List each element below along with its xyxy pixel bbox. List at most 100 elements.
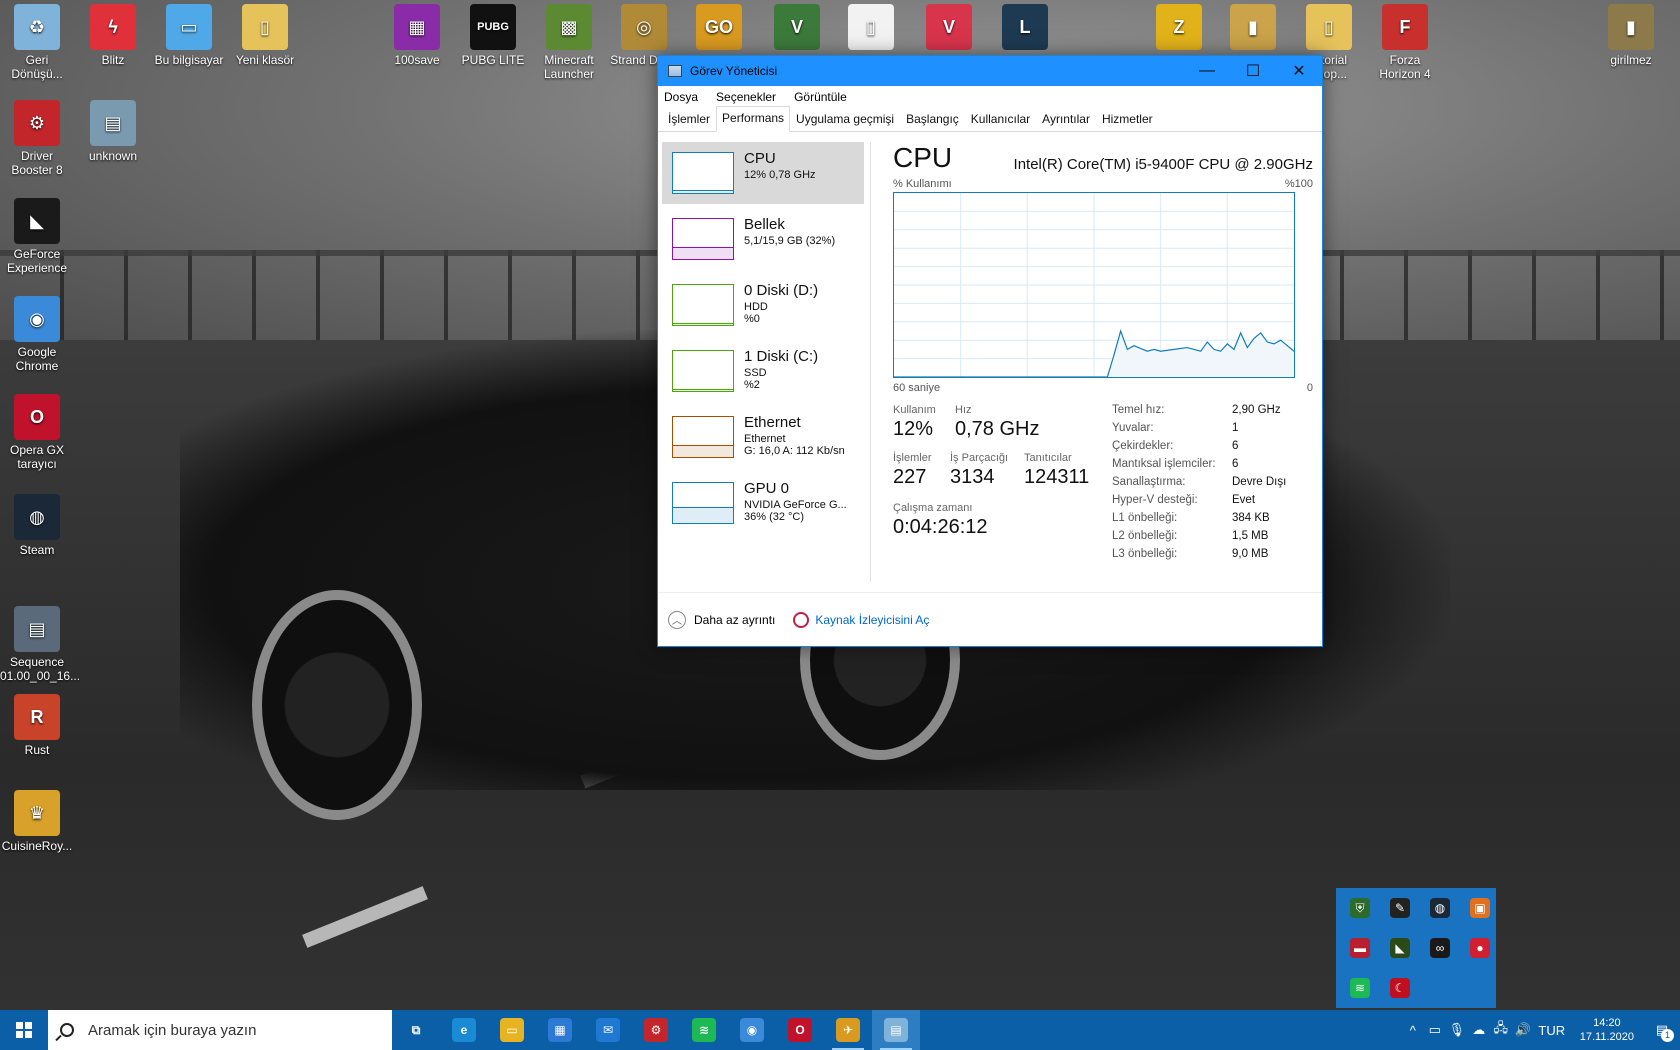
task-manager-window[interactable]: Görev Yöneticisi — ☐ ✕ Dosya Seçenekler … (657, 55, 1323, 647)
mic-icon[interactable]: ● (1470, 938, 1490, 958)
desktop-icon[interactable]: ◍ Steam (0, 494, 74, 557)
crescent-icon[interactable]: ☾ (1390, 978, 1410, 998)
desktop-icon[interactable]: V (912, 4, 986, 53)
desktop-icon[interactable]: ▦ 100save (380, 4, 454, 67)
app-icon: GO (696, 4, 742, 50)
spec-row: L3 önbelleği: 9,0 MB (1112, 548, 1312, 566)
notifications-icon[interactable]: ▤ 1 (1644, 1022, 1680, 1042)
taskbar-file-explorer[interactable]: ▭ (488, 1010, 536, 1050)
volume-icon[interactable]: 🔊 (1512, 1022, 1534, 1038)
minimize-button[interactable]: — (1184, 56, 1230, 86)
resource-item[interactable]: CPU 12% 0,78 GHz (662, 142, 864, 204)
network-icon[interactable]: 🖧 (1490, 1019, 1512, 1041)
resource-list: CPU 12% 0,78 GHz Bellek 5,1/15,9 GB (32%) 0 … (662, 142, 864, 538)
desktop-icon[interactable]: ▮ girilmez (1594, 4, 1668, 67)
wallpaper-wheel (252, 590, 422, 820)
taskbar-task-manager[interactable]: ▤ (872, 1010, 920, 1050)
resource-item[interactable]: 0 Diski (D:) HDD %0 (662, 274, 864, 336)
resource-item[interactable]: 1 Diski (C:) SSD %2 (662, 340, 864, 402)
speed-label: Hız (955, 404, 972, 416)
language-indicator[interactable]: TUR (1534, 1023, 1570, 1038)
tablet-icon[interactable]: ▭ (1424, 1022, 1446, 1038)
microphone-icon[interactable]: 🎙 (1446, 1022, 1468, 1038)
mini-graph (672, 416, 734, 458)
tab-details[interactable]: Ayrıntılar (1036, 107, 1096, 131)
desktop-icon[interactable]: ♻ Geri Dönüşü... (0, 4, 74, 81)
taskbar-mail[interactable]: ✉ (584, 1010, 632, 1050)
taskbar-chrome[interactable]: ◉ (728, 1010, 776, 1050)
resource-item[interactable]: GPU 0 NVIDIA GeForce G... 36% (32 °C) (662, 472, 864, 534)
taskbar-spotify[interactable]: ≋ (680, 1010, 728, 1050)
resource-item[interactable]: Ethernet Ethernet G: 16,0 A: 112 Kb/sn (662, 406, 864, 468)
clock[interactable]: 14:20 17.11.2020 (1580, 1016, 1634, 1044)
desktop-icon-label: 100save (394, 53, 440, 67)
taskbar-edge[interactable]: e (440, 1010, 488, 1050)
desktop-icon[interactable]: L (988, 4, 1062, 53)
maximize-button[interactable]: ☐ (1230, 56, 1276, 86)
close-button[interactable]: ✕ (1276, 56, 1322, 86)
tray-overflow-popup: ⛨ ✎ ◍ ▣ ▬ ◣ ∞ ● ≋ ☾ (1336, 888, 1496, 1008)
desktop-icon[interactable]: O Opera GX tarayıcı (0, 394, 74, 471)
spotify-icon[interactable]: ≋ (1350, 978, 1370, 998)
bird-icon[interactable]: ✎ (1390, 898, 1410, 918)
start-button[interactable] (0, 1010, 48, 1050)
clock-date: 17.11.2020 (1579, 1031, 1634, 1043)
chart-ylabel: % Kullanımı (893, 178, 952, 190)
desktop-icon[interactable]: F Forza Horizon 4 (1368, 4, 1442, 81)
open-resource-monitor-link[interactable]: Kaynak İzleyicisini Aç (815, 613, 929, 627)
title-bar[interactable]: Görev Yöneticisi — ☐ ✕ (658, 56, 1322, 86)
app-icon: ◣ (14, 198, 60, 244)
menu-options[interactable]: Seçenekler (716, 90, 776, 104)
tab-startup[interactable]: Başlangıç (900, 107, 965, 131)
onedrive-icon[interactable]: ☁ (1468, 1022, 1490, 1038)
chevron-up-icon[interactable]: ^ (1402, 1023, 1424, 1038)
windows-logo-icon (16, 1022, 32, 1038)
desktop-icon[interactable]: ▯ (834, 4, 908, 53)
tab-performance[interactable]: Performans (716, 106, 791, 132)
resource-item[interactable]: Bellek 5,1/15,9 GB (32%) (662, 208, 864, 270)
tab-users[interactable]: Kullanıcılar (965, 107, 1036, 131)
shield-icon[interactable]: ⛨ (1350, 898, 1370, 918)
resource-detail: %0 (744, 313, 760, 325)
desktop-icon[interactable]: ▯ Yeni klasör (228, 4, 302, 67)
chevron-up-icon[interactable]: ︿ (668, 610, 686, 629)
desktop-icon[interactable]: ♛ CuisineRoy... (0, 790, 74, 853)
desktop-icon[interactable]: ⚙ Driver Booster 8 (0, 100, 74, 177)
taskbar-csgo[interactable]: ✈ (824, 1010, 872, 1050)
taskbar-driver-booster[interactable]: ⚙ (632, 1010, 680, 1050)
spec-key: Temel hız: (1112, 404, 1165, 416)
app-red-icon[interactable]: ▬ (1350, 938, 1370, 958)
spec-value: 1,5 MB (1232, 530, 1269, 542)
desktop-icon[interactable]: ▩ Minecraft Launcher (532, 4, 606, 81)
tab-app-history[interactable]: Uygulama geçmişi (790, 107, 900, 131)
desktop-icon[interactable]: Z (1142, 4, 1216, 53)
tab-services[interactable]: Hizmetler (1096, 107, 1159, 131)
cc-icon[interactable]: ∞ (1430, 938, 1450, 958)
app-icon: ▯ (242, 4, 288, 50)
desktop-icon-label: Bu bilgisayar (154, 53, 224, 67)
menu-file[interactable]: Dosya (664, 90, 698, 104)
desktop-icon[interactable]: R Rust (0, 694, 74, 757)
nvidia-icon[interactable]: ◣ (1390, 938, 1410, 958)
desktop-icon[interactable]: ▭ Bu bilgisayar (152, 4, 226, 67)
taskbar-store[interactable]: ▦ (536, 1010, 584, 1050)
steam-icon[interactable]: ◍ (1430, 898, 1450, 918)
app-icon: ♻ (14, 4, 60, 50)
search-box[interactable]: Aramak için buraya yazın (48, 1010, 392, 1050)
app-icon: ▮ (1608, 4, 1654, 50)
desktop-icon[interactable]: ◣ GeForce Experience (0, 198, 74, 275)
app-orange-icon[interactable]: ▣ (1470, 898, 1490, 918)
desktop-icon[interactable]: ▤ Sequence 01.00_00_16... (0, 606, 80, 683)
spec-row: Temel hız: 2,90 GHz (1112, 404, 1312, 422)
desktop-icon[interactable]: ▮ (1216, 4, 1290, 53)
tab-processes[interactable]: İşlemler (662, 107, 716, 131)
taskbar-opera-gx[interactable]: O (776, 1010, 824, 1050)
desktop-icon[interactable]: ▤ unknown (76, 100, 150, 163)
app-icon: ◎ (621, 4, 667, 50)
taskbar-task-view[interactable]: ⧉ (392, 1010, 440, 1050)
desktop-icon[interactable]: PUBG PUBG LITE (456, 4, 530, 67)
desktop-icon[interactable]: ◉ Google Chrome (0, 296, 74, 373)
desktop-icon[interactable]: ϟ Blitz (76, 4, 150, 67)
menu-view[interactable]: Görüntüle (794, 90, 847, 104)
fewer-details-link[interactable]: Daha az ayrıntı (694, 613, 775, 627)
